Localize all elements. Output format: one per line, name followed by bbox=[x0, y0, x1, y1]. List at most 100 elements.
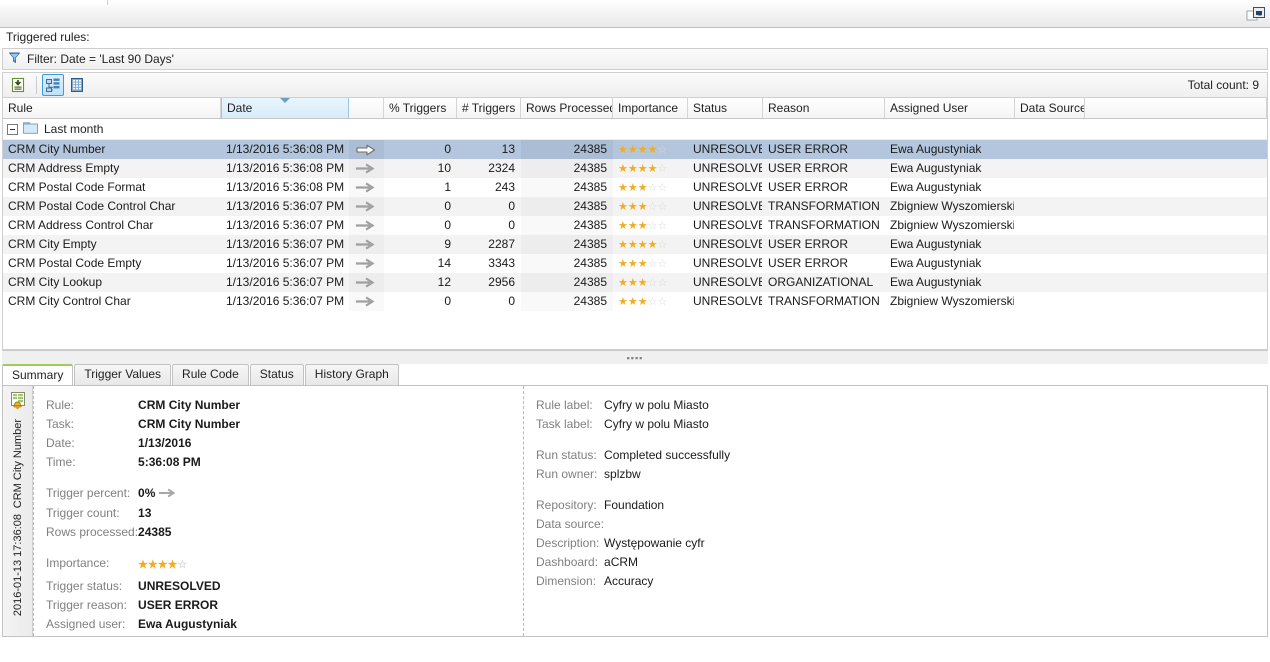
filter-bar[interactable]: Filter: Date = 'Last 90 Days' bbox=[2, 48, 1268, 70]
cell-rule: CRM Postal Code Format bbox=[8, 180, 146, 194]
column-header-rows[interactable]: Rows Processed bbox=[521, 98, 613, 119]
tab-trigger-values[interactable]: Trigger Values bbox=[74, 364, 172, 385]
cell-pct: 0 bbox=[444, 199, 451, 213]
triggered-rules-label: Triggered rules: bbox=[0, 28, 1270, 48]
cell-rule: CRM City Lookup bbox=[8, 275, 103, 289]
table-row[interactable]: CRM City Control Char 1/13/2016 5:36:07 P… bbox=[3, 292, 1267, 311]
dashboard-label: Dashboard: bbox=[536, 555, 599, 569]
horizontal-splitter[interactable]: ▪▪▪▪ bbox=[2, 350, 1268, 364]
total-count-label: Total count: 9 bbox=[1187, 78, 1259, 92]
star-5: ☆ bbox=[657, 201, 668, 213]
row-repository: Repository: Foundation bbox=[536, 498, 730, 517]
column-header-imp[interactable]: Importance bbox=[613, 98, 688, 119]
star-3: ★ bbox=[157, 558, 168, 571]
star-5: ☆ bbox=[657, 144, 668, 156]
cell-pct: 14 bbox=[437, 256, 451, 270]
detail-tabstrip: Summary Trigger Values Rule Code Status Hist… bbox=[2, 364, 1268, 386]
arrow-icon bbox=[349, 159, 384, 178]
table-row[interactable]: CRM City Number 1/13/2016 5:36:08 PM 0 13 24… bbox=[3, 140, 1267, 159]
window-tab-stub bbox=[0, 0, 108, 5]
cell-reason: TRANSFORMATION bbox=[768, 199, 880, 213]
star-2: ★ bbox=[147, 558, 158, 571]
table-row[interactable]: CRM Postal Code Empty 1/13/2016 5:36:07 P… bbox=[3, 254, 1267, 273]
trigger-count-value: 13 bbox=[138, 505, 152, 520]
detail-vertical-strip[interactable]: CRM City Number 2016-01-13 17:36:08 bbox=[3, 386, 33, 636]
column-header-label: # Triggers bbox=[462, 101, 516, 115]
group-expander-icon[interactable] bbox=[7, 123, 18, 135]
date-label: Date: bbox=[46, 436, 75, 450]
column-header-pct[interactable]: % Triggers bbox=[384, 98, 457, 119]
cell-date: 1/13/2016 5:36:07 PM bbox=[226, 218, 345, 232]
cell-status: UNRESOLVED bbox=[693, 218, 762, 232]
trigger-reason-value: USER ERROR bbox=[138, 597, 219, 612]
export-list-icon[interactable] bbox=[7, 74, 29, 96]
star-3: ★ bbox=[637, 296, 648, 308]
rule-value: CRM City Number bbox=[138, 398, 241, 412]
star-2: ★ bbox=[627, 258, 638, 270]
tab-rule-code[interactable]: Rule Code bbox=[172, 364, 249, 385]
tree-view-icon[interactable] bbox=[42, 74, 64, 96]
tab-history-graph[interactable]: History Graph bbox=[304, 364, 399, 385]
star-rating: ★★★★☆ bbox=[618, 163, 667, 175]
detail-pane-left: Rule: CRM City Number Task: CRM City Num… bbox=[34, 386, 524, 636]
column-header-status[interactable]: Status bbox=[688, 98, 763, 119]
table-row[interactable]: CRM Address Empty 1/13/2016 5:36:08 PM 10 2… bbox=[3, 159, 1267, 178]
column-header-reason[interactable]: Reason bbox=[763, 98, 885, 119]
cell-pct: 0 bbox=[444, 218, 451, 232]
group-label: Last month bbox=[44, 122, 104, 136]
cell-importance-stars: ★★★☆☆ bbox=[613, 292, 688, 311]
cell-status: UNRESOLVED bbox=[693, 161, 762, 175]
cell-status: UNRESOLVED bbox=[693, 275, 762, 289]
restore-window-icon[interactable] bbox=[1245, 4, 1267, 24]
tab-summary[interactable]: Summary bbox=[2, 364, 74, 385]
alert-table-icon bbox=[8, 390, 28, 413]
star-4: ☆ bbox=[647, 220, 658, 232]
dimension-label: Dimension: bbox=[536, 574, 597, 588]
sort-descending-icon bbox=[280, 98, 290, 103]
grid-group-row[interactable]: Last month bbox=[3, 119, 1267, 140]
grid-toolbar: Total count: 9 bbox=[2, 72, 1268, 98]
table-row[interactable]: CRM Address Control Char 1/13/2016 5:36:0… bbox=[3, 216, 1267, 235]
column-header-date[interactable]: Date bbox=[221, 98, 349, 119]
row-date: Date: 1/13/2016 bbox=[46, 436, 240, 455]
importance-stars: ★★★★☆ bbox=[138, 556, 240, 579]
table-row[interactable]: CRM Postal Code Format 1/13/2016 5:36:08 … bbox=[3, 178, 1267, 197]
cell-last bbox=[1085, 178, 1267, 197]
cell-importance-stars: ★★★☆☆ bbox=[613, 178, 688, 197]
column-header-user[interactable]: Assigned User bbox=[885, 98, 1015, 119]
table-row[interactable]: CRM City Lookup 1/13/2016 5:36:07 PM 12 295… bbox=[3, 273, 1267, 292]
folder-icon bbox=[23, 121, 38, 137]
cell-cnt: 2324 bbox=[488, 161, 515, 175]
cell-pct: 9 bbox=[444, 237, 451, 251]
star-2: ★ bbox=[627, 220, 638, 232]
table-row[interactable]: CRM City Empty 1/13/2016 5:36:07 PM 9 2287 2… bbox=[3, 235, 1267, 254]
cell-source bbox=[1015, 292, 1085, 311]
data-source-value bbox=[604, 517, 730, 536]
column-header-source[interactable]: Data Source bbox=[1015, 98, 1085, 119]
cell-user: Ewa Augustyniak bbox=[890, 142, 982, 156]
row-task-label: Task label: Cyfry w polu Miasto bbox=[536, 417, 730, 436]
spacer-4 bbox=[536, 486, 730, 498]
cell-pct: 1 bbox=[444, 180, 451, 194]
grid-view-icon[interactable] bbox=[66, 74, 88, 96]
column-header-label: Reason bbox=[768, 101, 810, 115]
arrow-icon bbox=[158, 487, 177, 501]
row-run-owner: Run owner: splzbw bbox=[536, 467, 730, 486]
tab-status[interactable]: Status bbox=[249, 364, 304, 385]
row-assigned-user: Assigned user: Ewa Augustyniak bbox=[46, 617, 240, 636]
cell-reason: ORGANIZATIONAL bbox=[768, 275, 874, 289]
cell-cnt: 243 bbox=[494, 180, 515, 194]
column-header-arrow[interactable] bbox=[349, 98, 384, 119]
assigned-user-label: Assigned user: bbox=[46, 616, 126, 631]
column-header-rule[interactable]: Rule bbox=[3, 98, 221, 119]
cell-reason: TRANSFORMATION bbox=[768, 294, 880, 308]
star-rating: ★★★★☆ bbox=[618, 239, 667, 251]
column-header-last[interactable] bbox=[1085, 98, 1267, 119]
table-row[interactable]: CRM Postal Code Control Char 1/13/2016 5:… bbox=[3, 197, 1267, 216]
cell-rule: CRM Address Empty bbox=[8, 161, 120, 175]
star-3: ★ bbox=[637, 258, 648, 270]
column-header-cnt[interactable]: # Triggers bbox=[457, 98, 521, 119]
spacer-2 bbox=[46, 544, 240, 556]
column-header-label: % Triggers bbox=[389, 101, 447, 115]
star-3: ★ bbox=[637, 182, 648, 194]
